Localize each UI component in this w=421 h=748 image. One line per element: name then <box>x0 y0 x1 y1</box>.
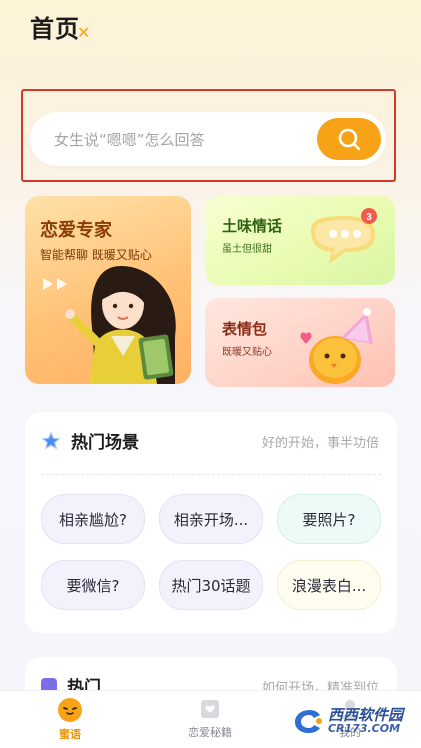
search-input[interactable]: 女生说“嗯嗯”怎么回答 <box>54 129 205 150</box>
chat-bubble-icon: 3 <box>311 208 377 264</box>
card-sweet-talk[interactable]: 土味情话 虽土但很甜 3 <box>205 196 395 285</box>
watermark-text: 西西软件园 <box>327 706 403 724</box>
watermark-subtext: CR173.COM <box>327 722 401 735</box>
scene-chip[interactable]: 相亲尴尬? <box>41 494 145 544</box>
page-title: 首页 <box>30 15 80 43</box>
card-emoji-pack-title: 表情包 <box>222 320 268 338</box>
assistant-illustration <box>65 266 176 384</box>
scene-chip[interactable]: 要微信? <box>41 560 145 610</box>
card-sweet-talk-title: 土味情话 <box>222 217 283 235</box>
hot-scenes-hint: 好的开始，事半功倍 <box>261 436 379 451</box>
hot-scenes-header: 热门场景 <box>41 428 139 453</box>
tab-love-guide[interactable]: 恋爱秘籍 <box>165 697 255 740</box>
title-accent-icon: ✕ <box>77 23 91 42</box>
tab-label: 恋爱秘籍 <box>188 726 232 739</box>
card-love-expert[interactable]: 恋爱专家 智能帮聊 既暖又贴心 <box>25 196 191 384</box>
scene-chip[interactable]: 相亲开场... <box>159 494 263 544</box>
book-heart-icon <box>201 700 219 718</box>
card-sweet-talk-subtitle: 虽土但很甜 <box>222 244 272 255</box>
smile-face-icon <box>58 698 82 722</box>
watermark-icon <box>294 710 322 733</box>
page-header: 首页 ✕ <box>30 4 90 44</box>
card-emoji-pack-subtitle: 既暖又贴心 <box>222 347 272 358</box>
emoji-chick-icon <box>300 308 373 384</box>
section-divider <box>41 474 381 475</box>
star-icon <box>41 431 61 449</box>
search-bar[interactable]: 女生说“嗯嗯”怎么回答 <box>30 112 386 166</box>
tab-honey-words[interactable]: 蜜语 <box>25 697 115 742</box>
hot-scenes-title: 热门场景 <box>71 433 139 453</box>
search-icon <box>338 128 361 151</box>
search-button[interactable] <box>317 118 381 160</box>
scene-chip[interactable]: 要照片? <box>277 494 381 544</box>
watermark-logo: 西西软件园 CR173.COM <box>292 706 403 736</box>
hot-scenes-section: 热门场景 好的开始，事半功倍 相亲尴尬? 相亲开场... 要照片? 要微信? 热… <box>25 412 397 633</box>
tab-label: 蜜语 <box>59 728 81 741</box>
card-emoji-pack[interactable]: 表情包 既暖又贴心 <box>205 298 395 387</box>
scene-chip[interactable]: 热门30话题 <box>159 560 263 610</box>
scene-chip[interactable]: 浪漫表白... <box>277 560 381 610</box>
notification-badge: 3 <box>366 212 372 223</box>
